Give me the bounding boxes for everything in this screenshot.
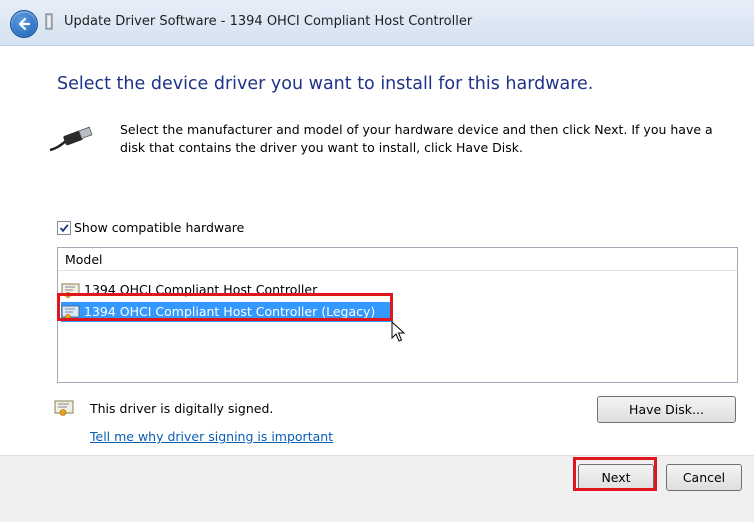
show-compatible-label: Show compatible hardware: [74, 220, 245, 235]
driver-signed-status: This driver is digitally signed.: [90, 401, 274, 416]
instructions-text: Select the manufacturer and model of you…: [120, 122, 713, 155]
back-button[interactable]: [10, 10, 38, 38]
back-arrow-icon: [18, 17, 31, 31]
red-annotation-box: [573, 457, 657, 491]
have-disk-button[interactable]: Have Disk...: [597, 396, 736, 423]
model-column-header[interactable]: Model: [58, 248, 737, 271]
title-bar: Update Driver Software - 1394 OHCI Compl…: [0, 0, 754, 46]
usb-plug-icon: [49, 126, 93, 152]
cancel-button[interactable]: Cancel: [666, 464, 742, 491]
driver-signing-link[interactable]: Tell me why driver signing is important: [90, 429, 333, 444]
window-title: Update Driver Software - 1394 OHCI Compl…: [64, 14, 473, 29]
red-annotation-box: [57, 293, 393, 321]
checkbox-box[interactable]: [57, 221, 71, 235]
page-heading: Select the device driver you want to ins…: [57, 74, 594, 94]
mouse-pointer-icon: [391, 321, 405, 342]
hardware-icon: [45, 13, 53, 30]
model-header-label: Model: [65, 252, 103, 267]
driver-signed-icon: [54, 400, 74, 416]
checkmark-icon: [59, 224, 69, 233]
